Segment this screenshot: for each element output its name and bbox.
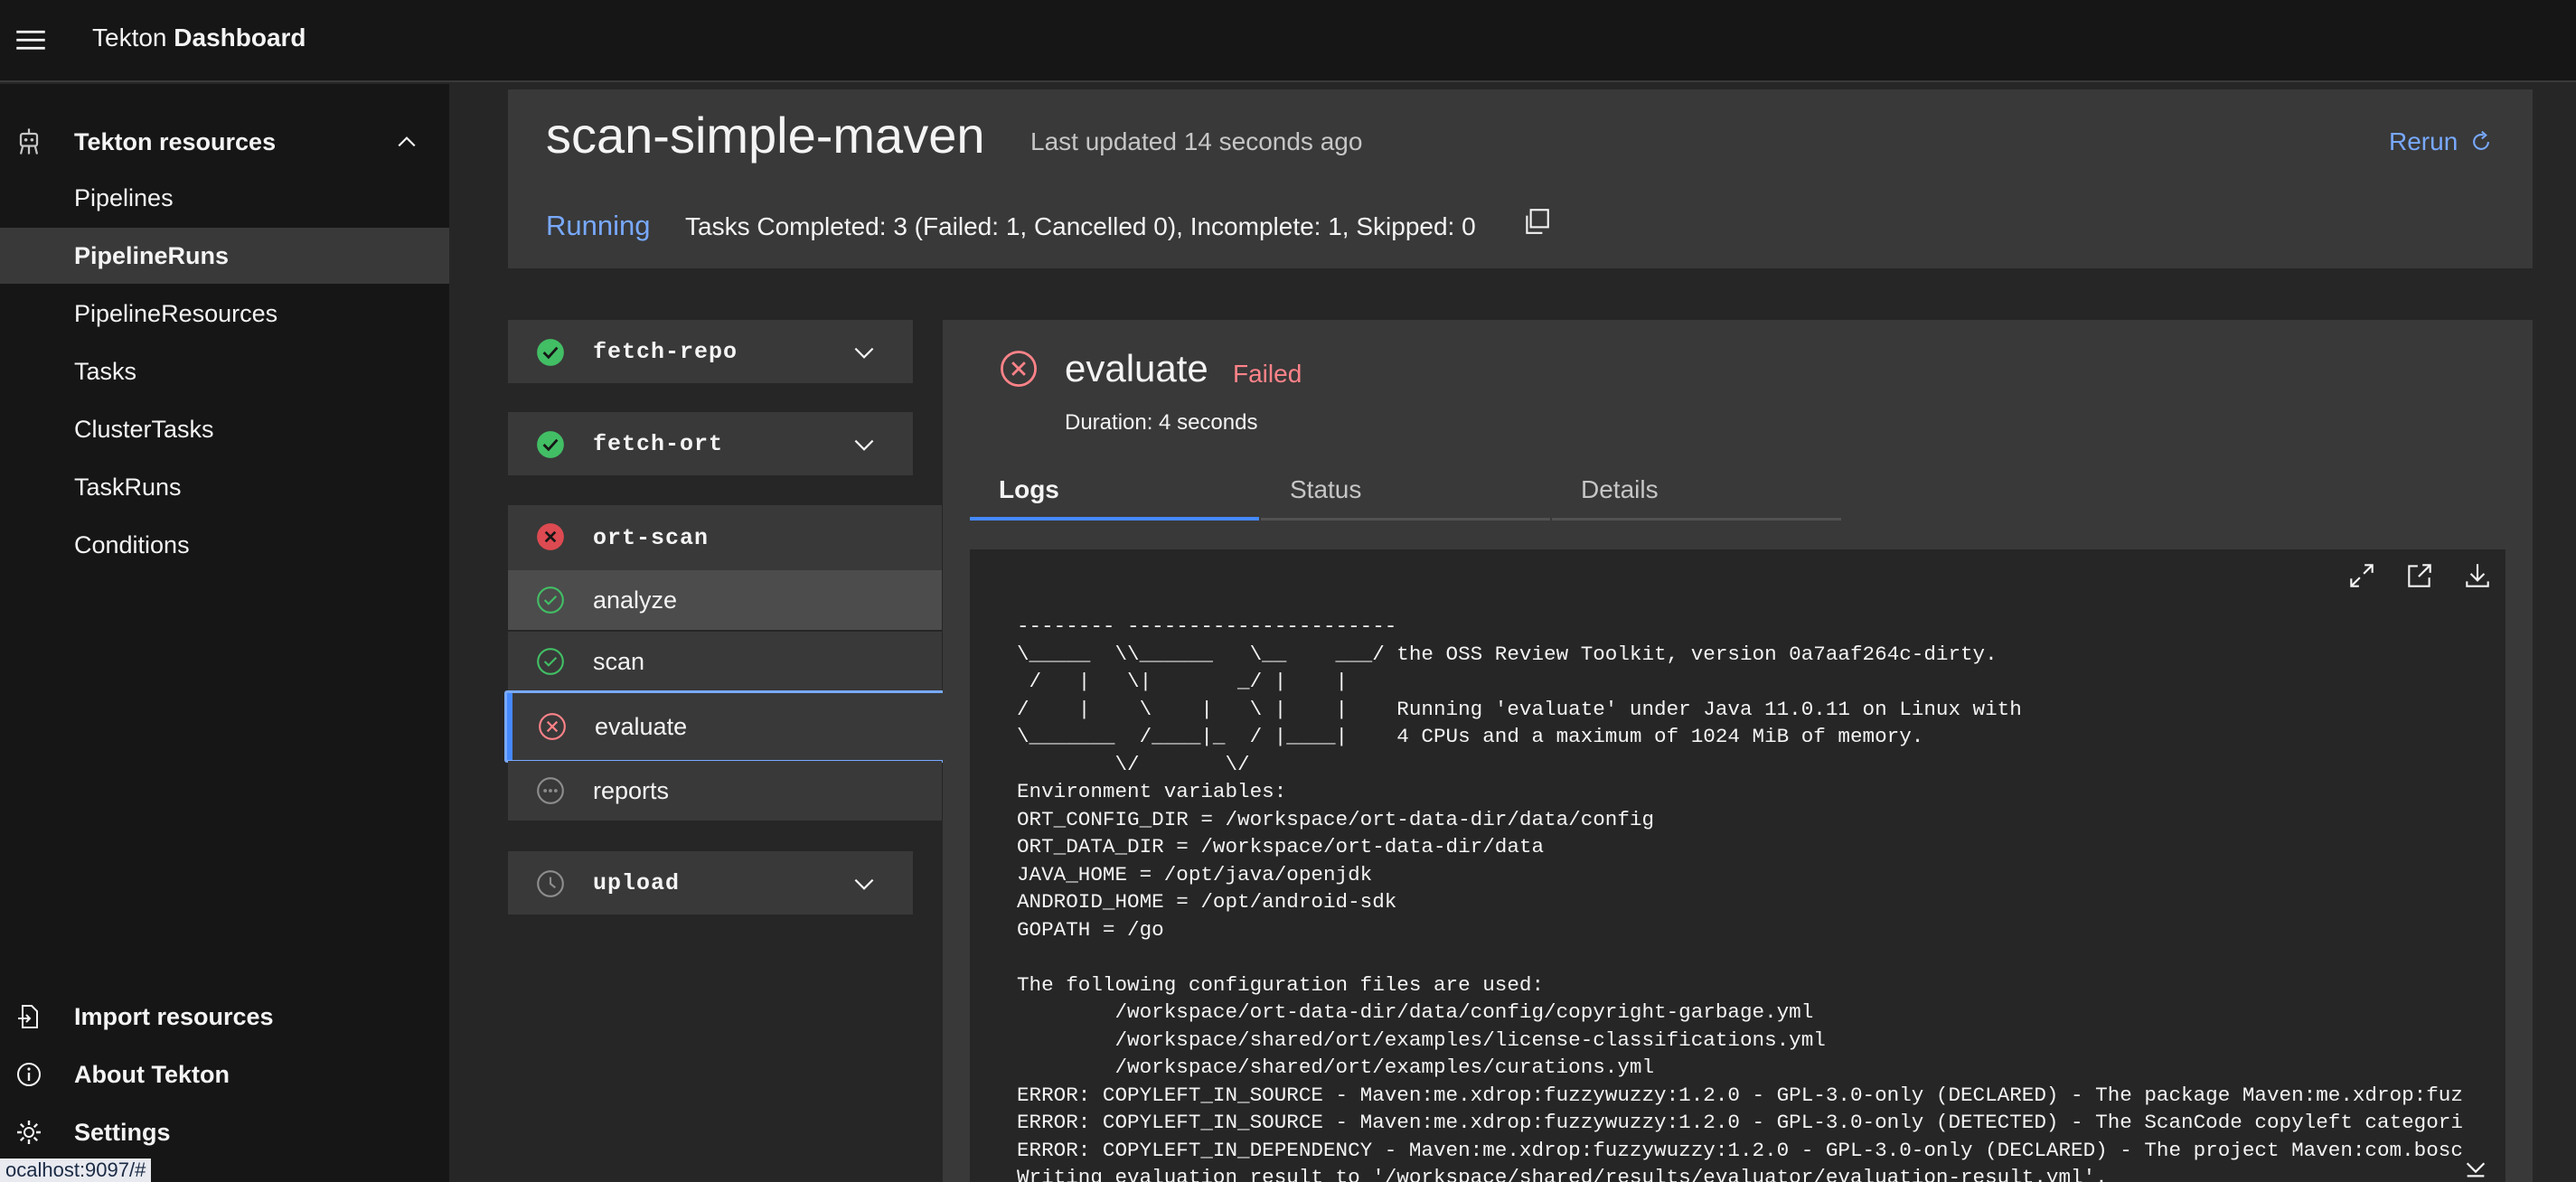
sidebar-item-taskruns[interactable]: TaskRuns	[0, 459, 449, 515]
error-icon	[537, 523, 564, 550]
step-analyze[interactable]: analyze	[508, 570, 942, 630]
nav-group-label: Tekton resources	[74, 127, 277, 155]
step-evaluate[interactable]: evaluate	[504, 690, 945, 763]
step-title: evaluate	[1065, 347, 1208, 389]
sidebar-item-label: ClusterTasks	[74, 415, 214, 443]
menu-icon[interactable]	[14, 23, 47, 56]
info-icon	[17, 1063, 41, 1086]
success-outline-icon	[537, 648, 564, 675]
step-reports[interactable]: reports	[508, 761, 942, 821]
step-duration: Duration: 4 seconds	[1065, 410, 1258, 435]
success-icon	[537, 339, 564, 366]
task-ort-scan-header[interactable]: ort-scan	[508, 505, 942, 570]
task-name: ort-scan	[593, 525, 710, 551]
task-name: fetch-repo	[593, 338, 738, 365]
chevron-down-icon	[854, 439, 874, 451]
success-icon	[537, 431, 564, 458]
import-icon	[18, 1005, 38, 1028]
sidebar-item-label: Tasks	[74, 357, 137, 385]
run-status: Running	[546, 210, 651, 241]
task-name: fetch-ort	[593, 430, 724, 457]
clock-icon	[537, 870, 564, 897]
success-outline-icon	[537, 586, 564, 614]
detail-tabs: Logs Status Details	[970, 455, 1843, 521]
sidebar-item-label: TaskRuns	[74, 473, 182, 501]
launch-icon[interactable]	[2404, 560, 2435, 591]
task-fetch-repo[interactable]: fetch-repo	[508, 320, 913, 383]
sidebar-item-label: About Tekton	[74, 1060, 230, 1088]
gear-icon	[17, 1121, 41, 1144]
app-title[interactable]: Tekton Dashboard	[92, 23, 306, 52]
task-fetch-ort[interactable]: fetch-ort	[508, 412, 913, 475]
step-label: analyze	[593, 586, 678, 614]
sidebar-item-label: Settings	[74, 1118, 171, 1146]
tab-logs[interactable]: Logs	[970, 455, 1259, 521]
chevron-up-icon[interactable]	[394, 129, 419, 155]
sidebar-item-label: PipelineRuns	[74, 241, 230, 269]
pipelinerun-header: scan-simple-maven Last updated 14 second…	[508, 89, 2533, 268]
sidebar-item-clustertasks[interactable]: ClusterTasks	[0, 401, 449, 457]
tab-status[interactable]: Status	[1261, 455, 1550, 521]
sidebar-item-label: PipelineResources	[74, 299, 278, 327]
sidebar-item-pipelines[interactable]: Pipelines	[0, 170, 449, 226]
sidebar-item-about-tekton[interactable]: About Tekton	[0, 1049, 449, 1100]
copy-icon[interactable]	[1521, 206, 1552, 237]
scroll-to-bottom-icon[interactable]	[2462, 1153, 2489, 1180]
task-ort-scan: ort-scan analyze scan evaluate reports	[504, 505, 945, 821]
task-name: upload	[593, 869, 681, 896]
app-title-prefix: Tekton	[92, 23, 167, 52]
last-updated: Last updated 14 seconds ago	[1030, 127, 1363, 155]
chevron-down-icon	[854, 347, 874, 359]
maximize-icon[interactable]	[2346, 560, 2377, 591]
tab-details[interactable]: Details	[1552, 455, 1841, 521]
step-label: scan	[593, 647, 645, 675]
download-icon[interactable]	[2462, 560, 2493, 591]
step-label: evaluate	[595, 712, 688, 740]
sidebar-item-import-resources[interactable]: Import resources	[0, 991, 449, 1042]
chevron-down-icon	[854, 878, 874, 890]
step-details-panel: evaluate Failed Duration: 4 seconds Logs…	[943, 320, 2533, 1182]
task-upload[interactable]: upload	[508, 851, 913, 915]
sidebar-item-settings[interactable]: Settings	[0, 1107, 449, 1158]
sidebar-item-pipelineresources[interactable]: PipelineResources	[0, 286, 449, 342]
sidebar-item-pipelineruns[interactable]: PipelineRuns	[0, 228, 449, 284]
rerun-label: Rerun	[2389, 127, 2458, 155]
sidebar-item-tasks[interactable]: Tasks	[0, 343, 449, 399]
sidebar-item-conditions[interactable]: Conditions	[0, 517, 449, 573]
sidebar-item-label: Import resources	[74, 1002, 274, 1030]
sidebar-item-label: Conditions	[74, 530, 190, 558]
log-content: -------- ---------------------- \_____ \…	[1017, 614, 2463, 1182]
tekton-robot-icon	[19, 128, 39, 155]
step-scan[interactable]: scan	[508, 632, 942, 691]
side-nav: Tekton resources Pipelines PipelineRuns …	[0, 84, 449, 1182]
sidebar-item-label: Pipelines	[74, 183, 174, 211]
log-viewer[interactable]: -------- ---------------------- \_____ \…	[970, 549, 2505, 1182]
nav-group-tekton-resources[interactable]: Tekton resources	[0, 117, 449, 167]
page-title: scan-simple-maven	[546, 107, 985, 164]
app-title-bold: Dashboard	[174, 23, 306, 52]
error-outline-icon	[1001, 351, 1037, 387]
app-header: Tekton Dashboard	[0, 0, 2576, 82]
log-toolbar	[2346, 560, 2493, 591]
refresh-icon	[2473, 130, 2490, 150]
status-bar-url: ocalhost:9097/#	[0, 1159, 152, 1182]
error-outline-icon	[539, 713, 566, 740]
step-label: reports	[593, 776, 670, 804]
step-status-badge: Failed	[1233, 360, 1302, 388]
rerun-button[interactable]: Rerun	[2389, 127, 2494, 156]
tasks-summary: Tasks Completed: 3 (Failed: 1, Cancelled…	[685, 212, 1476, 240]
pending-icon	[537, 777, 564, 804]
